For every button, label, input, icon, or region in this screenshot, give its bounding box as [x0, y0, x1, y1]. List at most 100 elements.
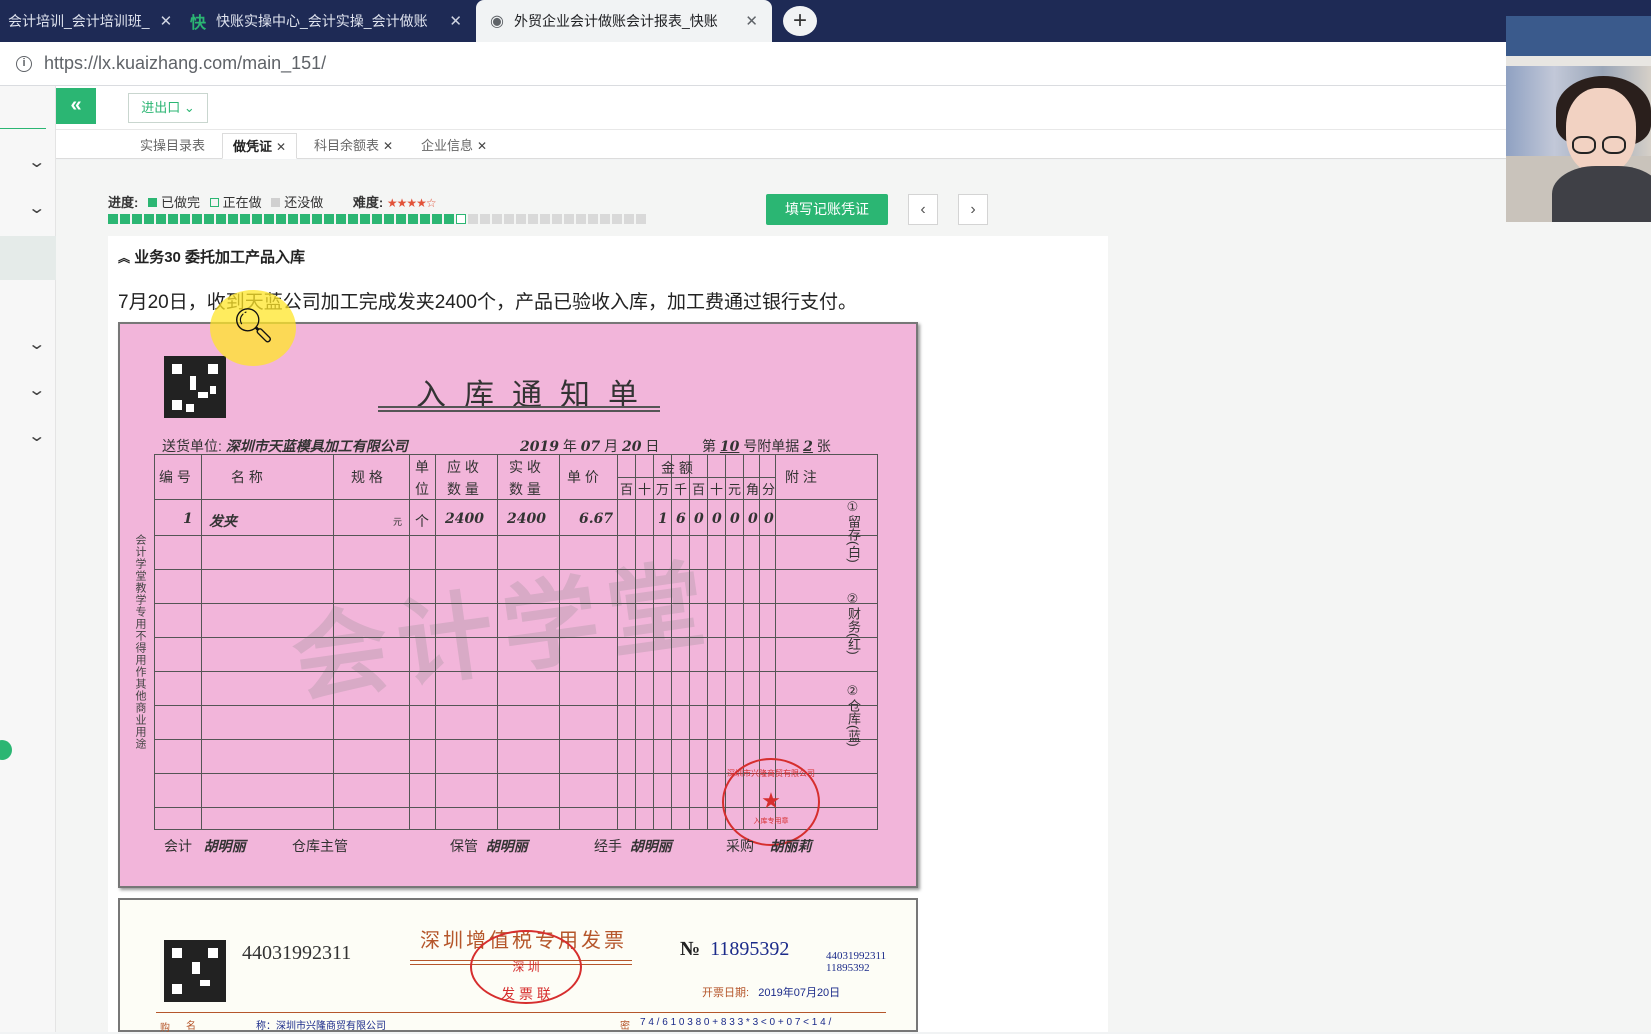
- qr-code-icon: [164, 356, 226, 418]
- progress-step: [576, 214, 586, 224]
- chevron-down-icon[interactable]: ⌄: [27, 380, 46, 400]
- header-due-2: 数 量: [447, 481, 479, 497]
- progress-step: [480, 214, 490, 224]
- title-underline: [378, 406, 660, 408]
- sig-accountant: 会计 胡明丽: [164, 836, 246, 856]
- star-icon: ★: [761, 788, 781, 813]
- close-icon[interactable]: ✕: [439, 12, 462, 30]
- row-name: 发夹: [209, 514, 237, 530]
- progress-step: [132, 214, 142, 224]
- sig-purchase: 采购 胡丽莉: [726, 836, 812, 856]
- year-label: 年: [562, 438, 577, 454]
- stamp-bottom: 发 票 联: [501, 986, 551, 1002]
- browser-tab-3[interactable]: ◉ 外贸企业会计做账会计报表_快账 ✕: [476, 0, 772, 42]
- row-recv-qty: 2400: [507, 511, 546, 527]
- browser-tab-1[interactable]: 会计培训_会计培训班_ ✕: [0, 0, 172, 42]
- done-label: 已做完: [160, 195, 200, 210]
- info-icon[interactable]: i: [16, 55, 32, 72]
- receipt-stamp: 深圳市兴隆商贸有限公司 ★ 入库专用章: [722, 758, 820, 846]
- header-unit-2: 位: [415, 481, 429, 497]
- amount-digit-header: 千: [674, 482, 688, 497]
- no-label: №: [680, 938, 701, 960]
- stamp-city: 深 圳: [512, 960, 540, 974]
- chevron-up-icon: ︽: [118, 251, 131, 265]
- import-export-dropdown[interactable]: 进出口 ⌄: [128, 93, 208, 123]
- sig-label: 保管: [450, 838, 478, 854]
- progress-step: [180, 214, 190, 224]
- amount-digit-header: 百: [692, 482, 706, 497]
- sig-value: 胡丽莉: [769, 839, 812, 855]
- copy-note-2: ②财务(红): [846, 592, 861, 655]
- chevron-down-icon[interactable]: ⌄: [27, 152, 46, 172]
- progress-step: [264, 214, 274, 224]
- prev-button[interactable]: ‹: [908, 194, 938, 225]
- difficulty-label: 难度:: [352, 195, 384, 210]
- progress-step: [252, 214, 262, 224]
- todo-label: 还没做: [284, 195, 324, 210]
- progress-step: [624, 214, 634, 224]
- close-icon[interactable]: ✕: [276, 140, 286, 154]
- tab-label: 实操目录表: [140, 138, 206, 153]
- new-tab-button[interactable]: +: [783, 6, 817, 36]
- close-icon[interactable]: ✕: [383, 139, 393, 153]
- supplier-value: 深圳市天蓝模具加工有限公司: [225, 439, 408, 455]
- tab-voucher[interactable]: 做凭证 ✕: [222, 133, 298, 159]
- amount-digit-value: 1: [658, 511, 668, 527]
- amount-digit-value: 0: [764, 511, 774, 527]
- stamp-sub: 入库专用章: [753, 818, 789, 825]
- no-value: 10: [719, 439, 740, 455]
- progress-step: [204, 214, 214, 224]
- invoice-date: 开票日期: 2019年07月20日: [702, 984, 840, 1000]
- close-icon[interactable]: ✕: [150, 12, 172, 30]
- row-spec-mark: 元: [393, 517, 403, 527]
- invoice-buyer-row: 购 名 称：深圳市兴隆商贸有限公司 密 7 4 / 6 1 0 3 8 0 + …: [156, 1012, 886, 1034]
- progress-step: [612, 214, 622, 224]
- address-bar[interactable]: i https://lx.kuaizhang.com/main_151/: [0, 42, 1651, 86]
- doing-label: 正在做: [222, 195, 262, 210]
- url-text[interactable]: https://lx.kuaizhang.com/main_151/: [44, 53, 326, 74]
- header-unit-1: 单: [415, 459, 429, 475]
- number-line: 第 10 号附单据 2 张: [702, 436, 831, 456]
- business-title[interactable]: ︽ 业务30 委托加工产品入库: [118, 246, 305, 267]
- browser-tab-2[interactable]: 快 快账实操中心_会计实操_会计做账 ✕: [176, 0, 476, 42]
- header-spec: 规 格: [351, 469, 383, 485]
- person-face: [1566, 88, 1636, 174]
- progress-step: [492, 214, 502, 224]
- year-value: 2019: [520, 439, 559, 455]
- progress-step: [276, 214, 286, 224]
- attach-value: 2: [803, 439, 813, 455]
- tab-label: 企业信息: [421, 138, 474, 153]
- attach-suffix: 张: [816, 438, 831, 454]
- copy-note-1: ①留存(白): [846, 500, 861, 563]
- progress-label: 进度:: [108, 195, 139, 210]
- progress-step: [240, 214, 250, 224]
- header-code: 编 号: [159, 469, 191, 485]
- amount-digit-header: 万: [656, 482, 670, 497]
- sig-label: 仓库主管: [292, 838, 348, 854]
- browser-tab-title: 会计培训_会计培训班_: [8, 13, 150, 29]
- progress-step: [468, 214, 478, 224]
- chevron-down-icon[interactable]: ⌄: [27, 198, 46, 218]
- close-icon[interactable]: ✕: [477, 139, 487, 153]
- row-due-qty: 2400: [445, 511, 484, 527]
- collapse-sidebar-button[interactable]: «: [56, 88, 96, 124]
- amount-digit-value: 0: [730, 511, 740, 527]
- progress-step: [324, 214, 334, 224]
- day-value: 20: [622, 439, 642, 455]
- tab-account-balance[interactable]: 科目余额表 ✕: [314, 133, 393, 159]
- next-button[interactable]: ›: [958, 194, 988, 225]
- amount-digit-header: 角: [746, 482, 760, 497]
- fill-voucher-button[interactable]: 填写记账凭证: [766, 194, 888, 225]
- tab-practice-directory[interactable]: 实操目录表: [140, 133, 205, 159]
- progress-step: [384, 214, 394, 224]
- close-icon[interactable]: ✕: [735, 12, 758, 30]
- glasses-icon: [1602, 136, 1626, 154]
- header-note: 附 注: [785, 469, 817, 485]
- no-mid: 号附单据: [743, 438, 800, 454]
- progress-legend: 进度: 已做完 正在做 还没做 难度: ★★★★☆: [108, 192, 437, 211]
- progress-step: [288, 214, 298, 224]
- chevron-down-icon[interactable]: ⌄: [27, 426, 46, 446]
- tab-company-info[interactable]: 企业信息 ✕: [421, 133, 487, 159]
- floating-dot[interactable]: [0, 740, 12, 760]
- chevron-down-icon[interactable]: ⌄: [27, 334, 46, 354]
